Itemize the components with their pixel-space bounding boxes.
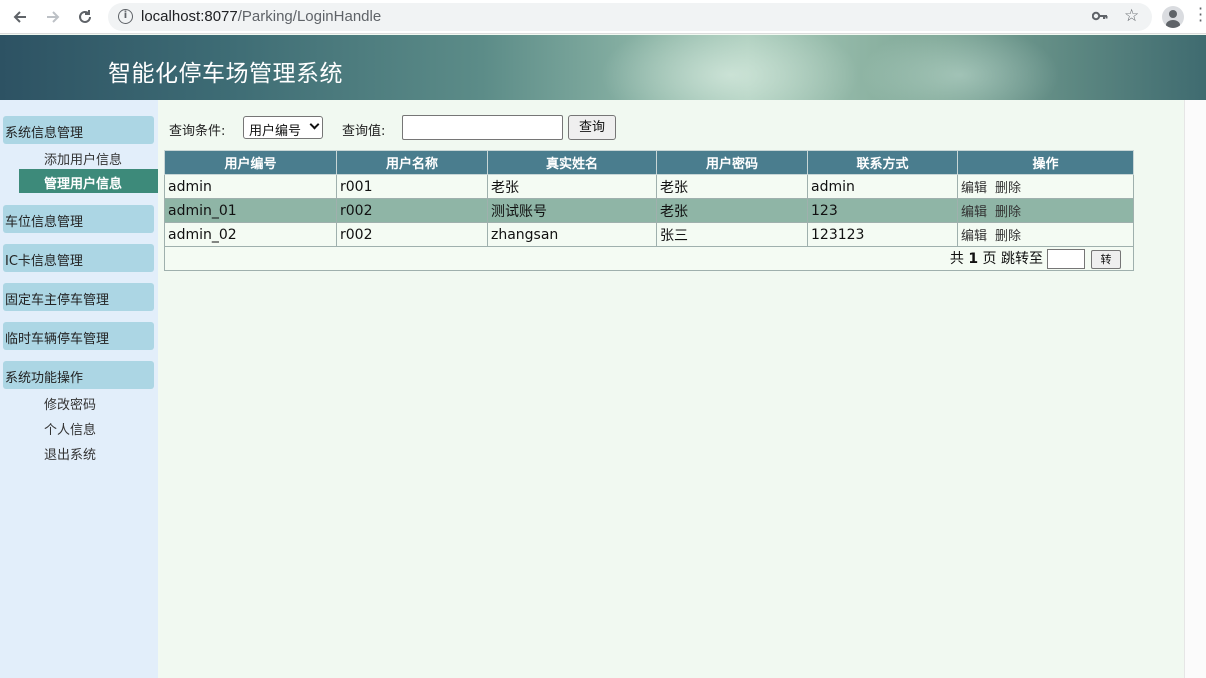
cell-actions: 编辑 删除 [957, 174, 1134, 199]
table-row[interactable]: admin_01 r002 测试账号 老张 123 编辑 删除 [164, 198, 1134, 223]
sidebar-group-label: 系统信息管理 [5, 126, 84, 141]
sidebar-item-manage-user[interactable]: 管理用户信息 [19, 169, 158, 193]
table-row[interactable]: admin_02 r002 zhangsan 张三 123123 编辑 删除 [164, 222, 1134, 247]
cell-password: 张三 [656, 222, 808, 247]
cell-contact: 123123 [807, 222, 958, 247]
query-condition-select[interactable]: 用户编号 [243, 116, 323, 139]
sidebar-item-logout[interactable]: 退出系统 [44, 444, 96, 463]
pager-total-pages: 1 [968, 251, 979, 267]
pager-row: 共 1 页 跳转至 转 [164, 246, 1134, 271]
avatar-icon[interactable] [1162, 6, 1184, 28]
cell-contact: admin [807, 174, 958, 199]
more-menu-icon[interactable]: · · · [1198, 1, 1206, 29]
cell-user-id: admin_01 [164, 198, 337, 223]
key-icon[interactable] [1091, 10, 1108, 26]
forward-arrow-icon[interactable] [41, 5, 65, 29]
query-condition-label: 查询条件: [169, 124, 226, 139]
scrollbar[interactable] [1184, 100, 1206, 678]
delete-link[interactable]: 删除 [995, 229, 1021, 244]
address-bar[interactable]: i localhost:8077/Parking/LoginHandle ☆ [108, 3, 1152, 31]
column-header-contact[interactable]: 联系方式 [807, 150, 958, 175]
chevron-down-icon [309, 119, 320, 130]
sidebar-group-temp-vehicle[interactable]: 临时车辆停车管理 [3, 322, 154, 350]
url-text: localhost:8077/Parking/LoginHandle [141, 8, 382, 25]
cell-real-name: 测试账号 [487, 198, 657, 223]
sidebar-group-system-info[interactable]: 系统信息管理 [3, 116, 154, 144]
edit-link[interactable]: 编辑 [961, 181, 987, 196]
query-button[interactable]: 查询 [568, 115, 616, 140]
sidebar: 系统信息管理 添加用户信息 管理用户信息 车位信息管理 IC卡信息管理 固定车主… [0, 100, 158, 678]
pager-jump-label: 跳转至 [1001, 251, 1043, 267]
column-header-real-name[interactable]: 真实姓名 [487, 150, 657, 175]
column-header-actions: 操作 [957, 150, 1134, 175]
back-arrow-icon[interactable] [8, 5, 32, 29]
banner-decoration [600, 35, 860, 100]
sidebar-item-add-user[interactable]: 添加用户信息 [44, 149, 122, 168]
main-content: 查询条件: 用户编号 查询值: 查询 用户编号 用户名称 真实姓名 用户密码 联… [158, 100, 1184, 678]
query-condition-value: 用户编号 [249, 124, 302, 139]
pager-page-unit: 页 [982, 251, 997, 267]
cell-user-id: admin [164, 174, 337, 199]
pager: 共 1 页 跳转至 转 [164, 246, 1134, 271]
browser-toolbar: i localhost:8077/Parking/LoginHandle ☆ ·… [0, 0, 1206, 34]
banner-decoration [860, 35, 1060, 100]
cell-user-id: admin_02 [164, 222, 337, 247]
cell-user-name: r001 [336, 174, 488, 199]
pager-jump-input[interactable] [1047, 249, 1085, 269]
star-icon[interactable]: ☆ [1124, 6, 1139, 26]
cell-user-name: r002 [336, 198, 488, 223]
sidebar-group-label: 车位信息管理 [5, 215, 84, 230]
delete-link[interactable]: 删除 [995, 205, 1021, 220]
cell-actions: 编辑 删除 [957, 222, 1134, 247]
cell-real-name: 老张 [487, 174, 657, 199]
column-header-user-id[interactable]: 用户编号 [164, 150, 337, 175]
query-value-input[interactable] [402, 115, 563, 140]
pager-go-button[interactable]: 转 [1091, 249, 1121, 269]
table-header-row: 用户编号 用户名称 真实姓名 用户密码 联系方式 操作 [164, 150, 1134, 175]
cell-contact: 123 [807, 198, 958, 223]
query-value-label: 查询值: [342, 124, 386, 139]
sidebar-group-fixed-owner[interactable]: 固定车主停车管理 [3, 283, 154, 311]
sidebar-item-profile[interactable]: 个人信息 [44, 419, 96, 438]
edit-link[interactable]: 编辑 [961, 229, 987, 244]
column-header-password[interactable]: 用户密码 [656, 150, 808, 175]
column-header-user-name[interactable]: 用户名称 [336, 150, 488, 175]
edit-link[interactable]: 编辑 [961, 205, 987, 220]
cell-user-name: r002 [336, 222, 488, 247]
info-icon[interactable]: i [118, 9, 133, 24]
header-banner: 智能化停车场管理系统 [0, 35, 1206, 100]
sidebar-group-label: 固定车主停车管理 [5, 293, 110, 308]
sidebar-group-label: IC卡信息管理 [5, 254, 83, 269]
cell-password: 老张 [656, 174, 808, 199]
sidebar-group-ic-card[interactable]: IC卡信息管理 [3, 244, 154, 272]
cell-real-name: zhangsan [487, 222, 657, 247]
user-table: 用户编号 用户名称 真实姓名 用户密码 联系方式 操作 admin r001 老… [164, 150, 1134, 271]
cell-actions: 编辑 删除 [957, 198, 1134, 223]
table-row[interactable]: admin r001 老张 老张 admin 编辑 删除 [164, 174, 1134, 199]
sidebar-item-label: 管理用户信息 [44, 177, 123, 192]
sidebar-group-label: 临时车辆停车管理 [5, 332, 110, 347]
sidebar-item-change-password[interactable]: 修改密码 [44, 394, 96, 413]
cell-password: 老张 [656, 198, 808, 223]
delete-link[interactable]: 删除 [995, 181, 1021, 196]
page-title: 智能化停车场管理系统 [108, 61, 343, 87]
pager-total-prefix: 共 [949, 251, 964, 267]
sidebar-group-system-functions[interactable]: 系统功能操作 [3, 361, 154, 389]
sidebar-group-label: 系统功能操作 [5, 371, 84, 386]
reload-icon[interactable] [73, 5, 97, 29]
sidebar-group-parking-space[interactable]: 车位信息管理 [3, 205, 154, 233]
